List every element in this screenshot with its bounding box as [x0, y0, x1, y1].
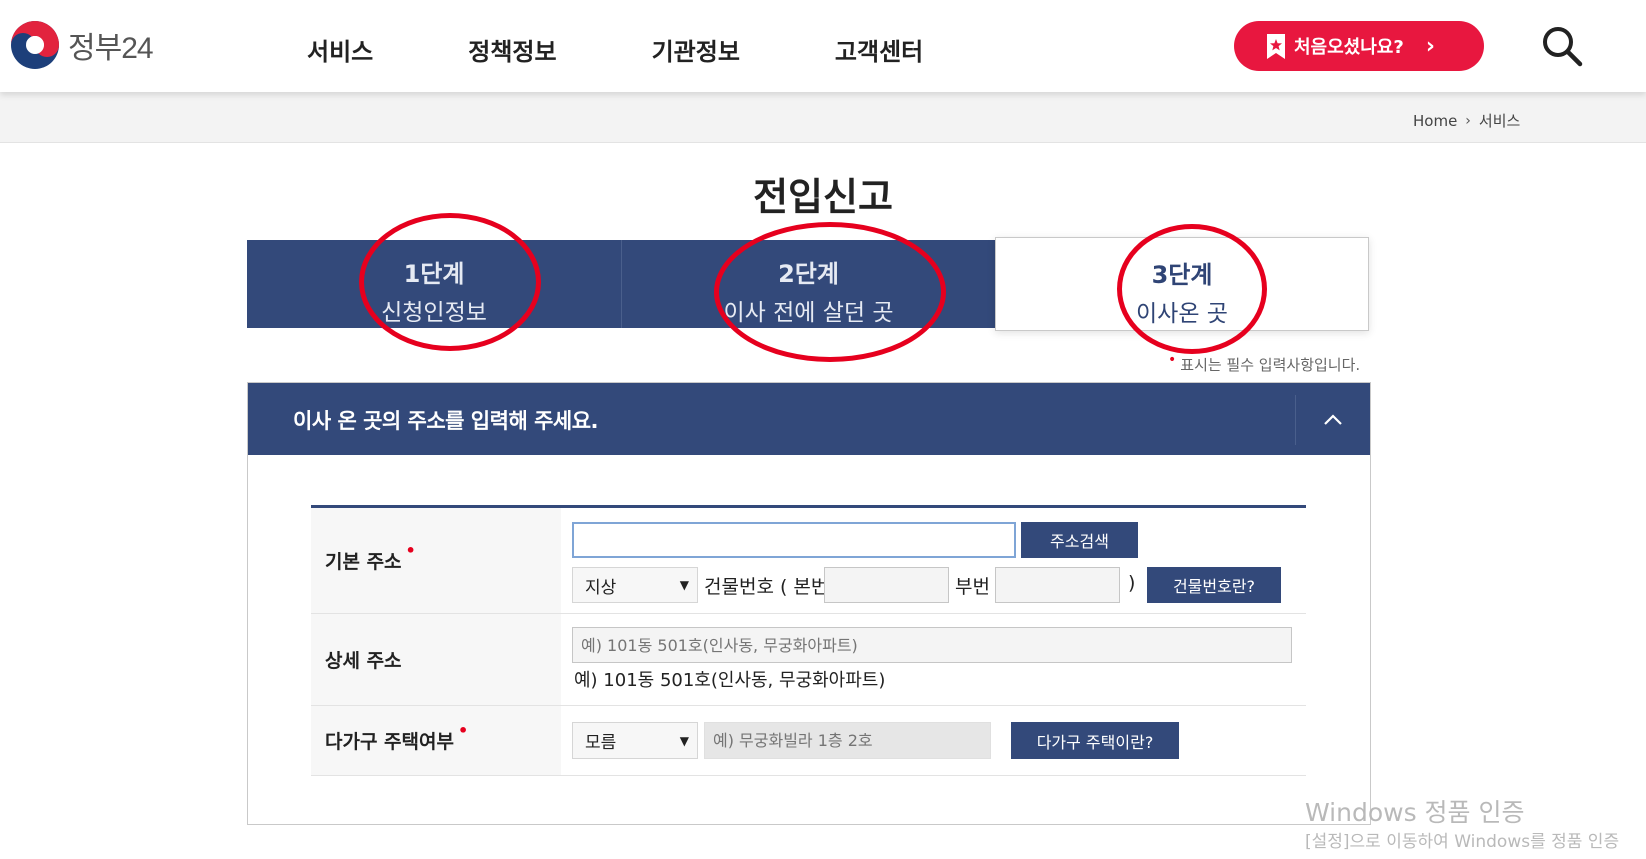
basic-address-label: 기본 주소 • — [311, 508, 561, 613]
building-number-help-button[interactable]: 건물번호란? — [1147, 567, 1281, 603]
logo-text: 정부24 — [68, 32, 154, 65]
basic-address-input[interactable] — [572, 522, 1016, 558]
caret-down-icon: ▼ — [679, 733, 689, 748]
first-visit-button[interactable]: 처음오셨나요? › — [1234, 21, 1484, 71]
caret-down-icon: ▼ — [679, 578, 689, 592]
address-form: 기본 주소 • 주소검색 지상 ▼ 건물번호 ( 본번 부번 ) 건물번호란? 상… — [311, 505, 1306, 776]
required-dot-icon: • — [457, 721, 469, 740]
detail-address-example: 예) 101동 501호(인사동, 무궁화아파트) — [574, 670, 886, 691]
main-nav: 서비스 정책정보 기관정보 고객센터 — [307, 32, 1018, 67]
multi-household-label: 다가구 주택여부 • — [311, 706, 561, 775]
logo[interactable]: 정부24 — [10, 20, 154, 70]
breadcrumb: Home › 서비스 — [1413, 110, 1520, 131]
step-1-tab[interactable]: 1단계 신청인정보 — [247, 240, 621, 328]
detail-address-label: 상세 주소 — [311, 614, 561, 705]
first-visit-label: 처음오셨나요? — [1294, 37, 1404, 58]
row-detail-address: 상세 주소 예) 101동 501호(인사동, 무궁화아파트) — [311, 614, 1306, 706]
building-sub-number-input[interactable] — [995, 567, 1120, 603]
step-3-number: 3단계 — [1151, 261, 1213, 289]
bookmark-star-icon — [1267, 33, 1285, 59]
building-number-label: 건물번호 ( 본번 — [704, 576, 829, 598]
step-2-number: 2단계 — [778, 260, 839, 288]
header: 정부24 서비스 정책정보 기관정보 고객센터 처음오셨나요? › — [0, 0, 1646, 92]
breadcrumb-home[interactable]: Home — [1413, 112, 1457, 130]
required-note-text: 표시는 필수 입력사항입니다. — [1180, 356, 1361, 374]
multi-household-select-value: 모름 — [585, 733, 617, 753]
step-3-tab[interactable]: 3단계 이사온 곳 — [995, 237, 1369, 331]
step-1-name: 신청인정보 — [381, 300, 487, 326]
nav-item-policy[interactable]: 정책정보 — [468, 32, 556, 67]
step-tabs: 1단계 신청인정보 2단계 이사 전에 살던 곳 3단계 이사온 곳 — [247, 237, 1371, 331]
required-dot-icon: • — [1168, 352, 1177, 368]
chevron-up-icon — [1324, 414, 1342, 425]
detail-address-label-text: 상세 주소 — [325, 650, 402, 672]
windows-activation-text: [설정]으로 이동하여 Windows를 정품 인증 — [1305, 832, 1620, 852]
step-3-name: 이사온 곳 — [1136, 301, 1228, 327]
nav-item-customer[interactable]: 고객센터 — [835, 32, 923, 67]
row-basic-address: 기본 주소 • 주소검색 지상 ▼ 건물번호 ( 본번 부번 ) 건물번호란? — [311, 508, 1306, 614]
multi-household-detail-input[interactable] — [704, 722, 991, 759]
sub-number-label: 부번 — [955, 576, 990, 598]
building-main-number-input[interactable] — [824, 567, 949, 603]
address-search-button[interactable]: 주소검색 — [1021, 522, 1138, 558]
multi-household-cell: 모름 ▼ 다가구 주택이란? — [561, 706, 1306, 775]
step-2-name: 이사 전에 살던 곳 — [723, 300, 894, 326]
collapse-button[interactable] — [1295, 395, 1370, 445]
step-1-number: 1단계 — [403, 260, 465, 288]
required-note: • 표시는 필수 입력사항입니다. — [1168, 352, 1361, 375]
ground-select-value: 지상 — [585, 577, 617, 598]
nav-item-agency[interactable]: 기관정보 — [652, 32, 740, 67]
taegeuk-logo-icon — [11, 21, 59, 69]
section-header: 이사 온 곳의 주소를 입력해 주세요. — [248, 383, 1370, 455]
close-paren: ) — [1128, 572, 1136, 594]
detail-address-cell: 예) 101동 501호(인사동, 무궁화아파트) — [561, 614, 1306, 705]
address-section: 이사 온 곳의 주소를 입력해 주세요. 기본 주소 • 주소검색 지상 ▼ 건물… — [247, 382, 1371, 825]
step-2-tab[interactable]: 2단계 이사 전에 살던 곳 — [621, 240, 995, 328]
multi-household-label-text: 다가구 주택여부 — [325, 731, 454, 753]
required-dot-icon: • — [405, 541, 416, 560]
breadcrumb-bar: Home › 서비스 — [0, 92, 1646, 143]
multi-household-select[interactable]: 모름 ▼ — [572, 722, 698, 759]
windows-activation-title: Windows 정품 인증 — [1305, 798, 1525, 827]
basic-address-label-text: 기본 주소 — [325, 551, 402, 573]
section-title: 이사 온 곳의 주소를 입력해 주세요. — [293, 409, 599, 433]
basic-address-cell: 주소검색 지상 ▼ 건물번호 ( 본번 부번 ) 건물번호란? — [561, 508, 1306, 613]
breadcrumb-current[interactable]: 서비스 — [1479, 110, 1520, 131]
chevron-right-icon: › — [1465, 112, 1471, 129]
chevron-right-icon: › — [1425, 33, 1435, 59]
multi-household-help-button[interactable]: 다가구 주택이란? — [1011, 722, 1179, 759]
row-multi-household: 다가구 주택여부• 모름 ▼ 다가구 주택이란? — [311, 706, 1306, 776]
search-icon[interactable] — [1540, 24, 1584, 68]
nav-item-service[interactable]: 서비스 — [307, 32, 373, 67]
ground-select[interactable]: 지상 ▼ — [572, 567, 698, 603]
detail-address-input[interactable] — [572, 627, 1292, 663]
page-title: 전입신고 — [753, 175, 893, 219]
